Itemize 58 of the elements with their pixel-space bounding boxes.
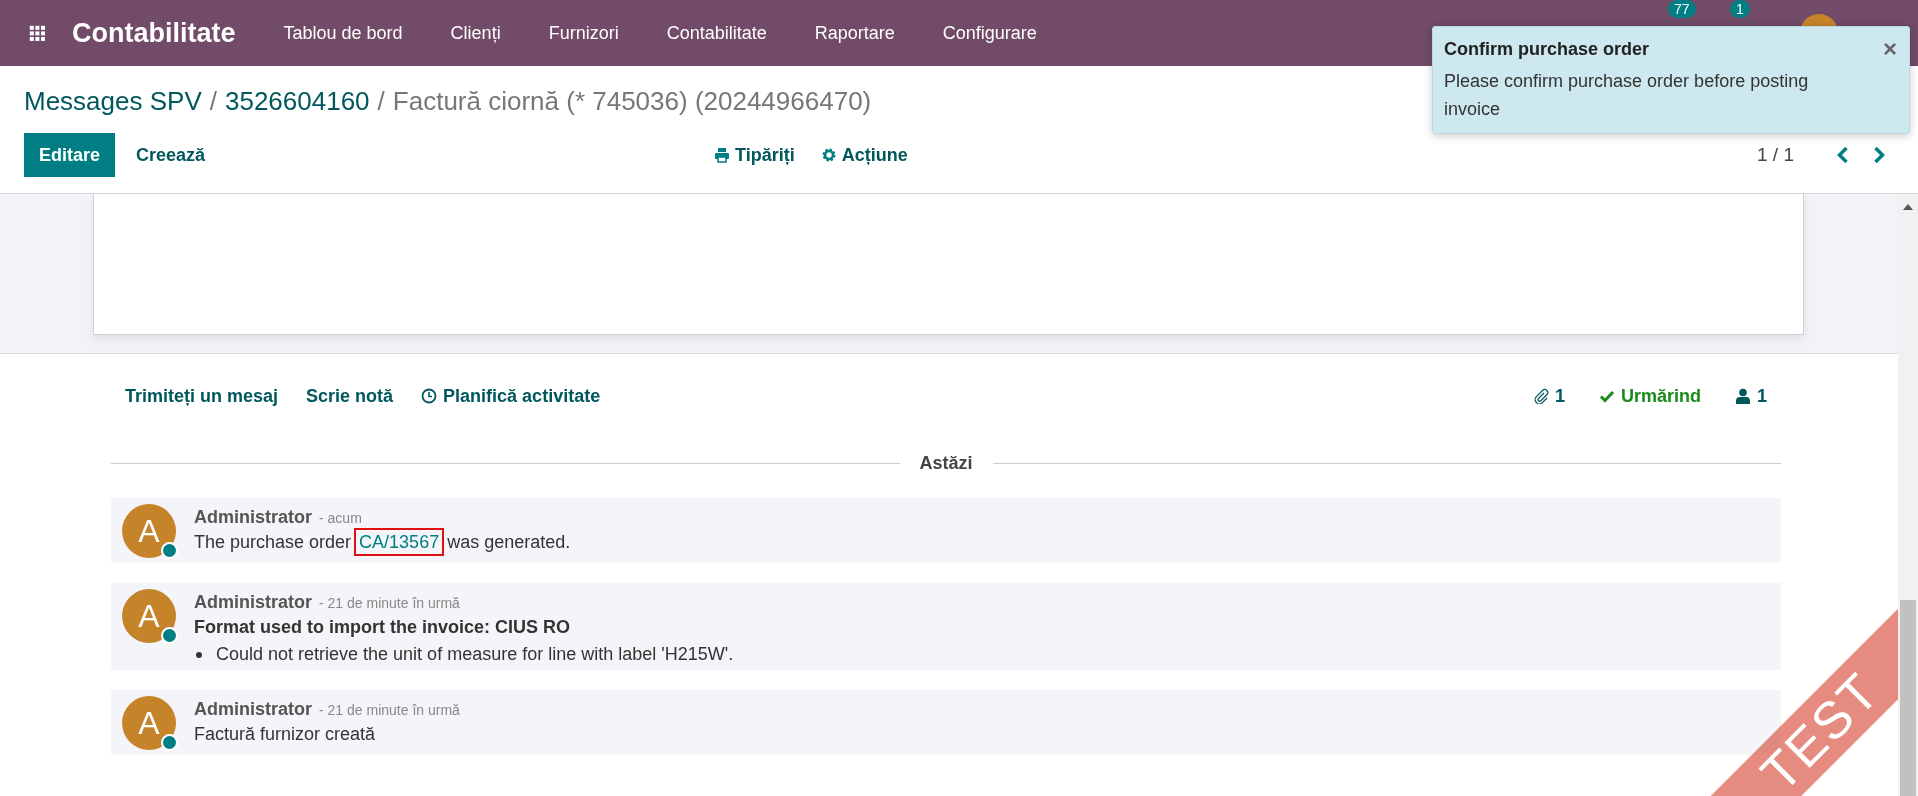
chatter-button[interactable]: Scrie notă [306,385,394,407]
count-badge: 1 [1730,0,1750,18]
author-name: Administrator [194,699,312,720]
menu-item[interactable]: Furnizori [524,22,643,44]
avatar: A [122,696,176,750]
previous-button[interactable] [1836,145,1850,165]
close-button[interactable]: × [1883,37,1897,61]
message-text: The purchase order CA/13567 was generated. [194,532,571,553]
count-badge: 77 [1668,0,1696,18]
breadcrumb-separator: / [377,86,385,117]
gear-icon [820,147,837,163]
notification-title: Confirm purchase order [1444,38,1650,60]
attachments-button[interactable]: 1 [1532,385,1565,407]
scroll-up-icon [1903,204,1913,210]
avatar: A [122,589,176,643]
menu-item[interactable]: Tablou de bord [259,22,427,44]
printer-icon [714,147,730,163]
notification-message: Please confirm purchase order before posting invoice [1444,70,1810,121]
chevron-left-icon [1836,145,1850,165]
date-separator: Astăzi [919,452,973,474]
menu-item[interactable]: Configurare [918,22,1061,44]
chevron-right-icon [1872,145,1886,165]
breadcrumb-separator: / [209,86,217,117]
message-time: - 21 de minute în urmă [319,595,460,611]
message-text: Factură furnizor creată [194,724,377,745]
message-time: - 21 de minute în urmă [319,702,460,718]
breadcrumb-current: Factură ciornă (* 745036) (20244966470) [392,86,872,117]
bullet-dot [196,651,202,658]
avatar: A [122,504,176,558]
followers-button[interactable]: 1 [1735,385,1767,407]
chatter-button[interactable]: Trimiteți un mesaj [125,385,279,407]
app-title: Contabilitate [72,17,236,49]
menu-item[interactable]: Contabilitate [642,22,791,44]
next-button[interactable] [1872,145,1886,165]
message-text: Could not retrieve the unit of measure for line with label 'H215W'. [216,644,734,665]
check-icon [1598,388,1615,404]
scrollbar-thumb[interactable] [1900,600,1916,796]
message-time: - acum [319,510,362,526]
grid-menu-icon [29,25,45,41]
menu-item[interactable]: Clienți [426,22,525,44]
print-button[interactable]: Tipăriți [714,144,795,166]
author-name: Administrator [194,592,312,613]
message-title: Format used to import the invoice: CIUS RO [194,617,572,638]
paperclip-icon [1532,388,1549,404]
scrollbar[interactable] [1898,194,1918,796]
schedule-activity-button[interactable]: Planifică activitate [421,385,601,407]
breadcrumb-link[interactable]: Messages SPV [24,86,202,117]
author-name: Administrator [194,507,312,528]
follow-button[interactable]: Urmărind [1598,385,1701,407]
person-icon [1735,388,1751,404]
clock-icon [421,388,438,404]
menu-item[interactable]: Raportare [790,22,919,44]
create-button[interactable]: Creează [121,133,221,177]
edit-button[interactable]: Editare [24,133,116,177]
purchase-order-link[interactable]: CA/13567 [356,530,443,554]
breadcrumb-link[interactable]: 3526604160 [225,86,370,117]
action-button[interactable]: Acțiune [820,144,908,166]
pager-value: 1 / 1 [1757,144,1794,166]
